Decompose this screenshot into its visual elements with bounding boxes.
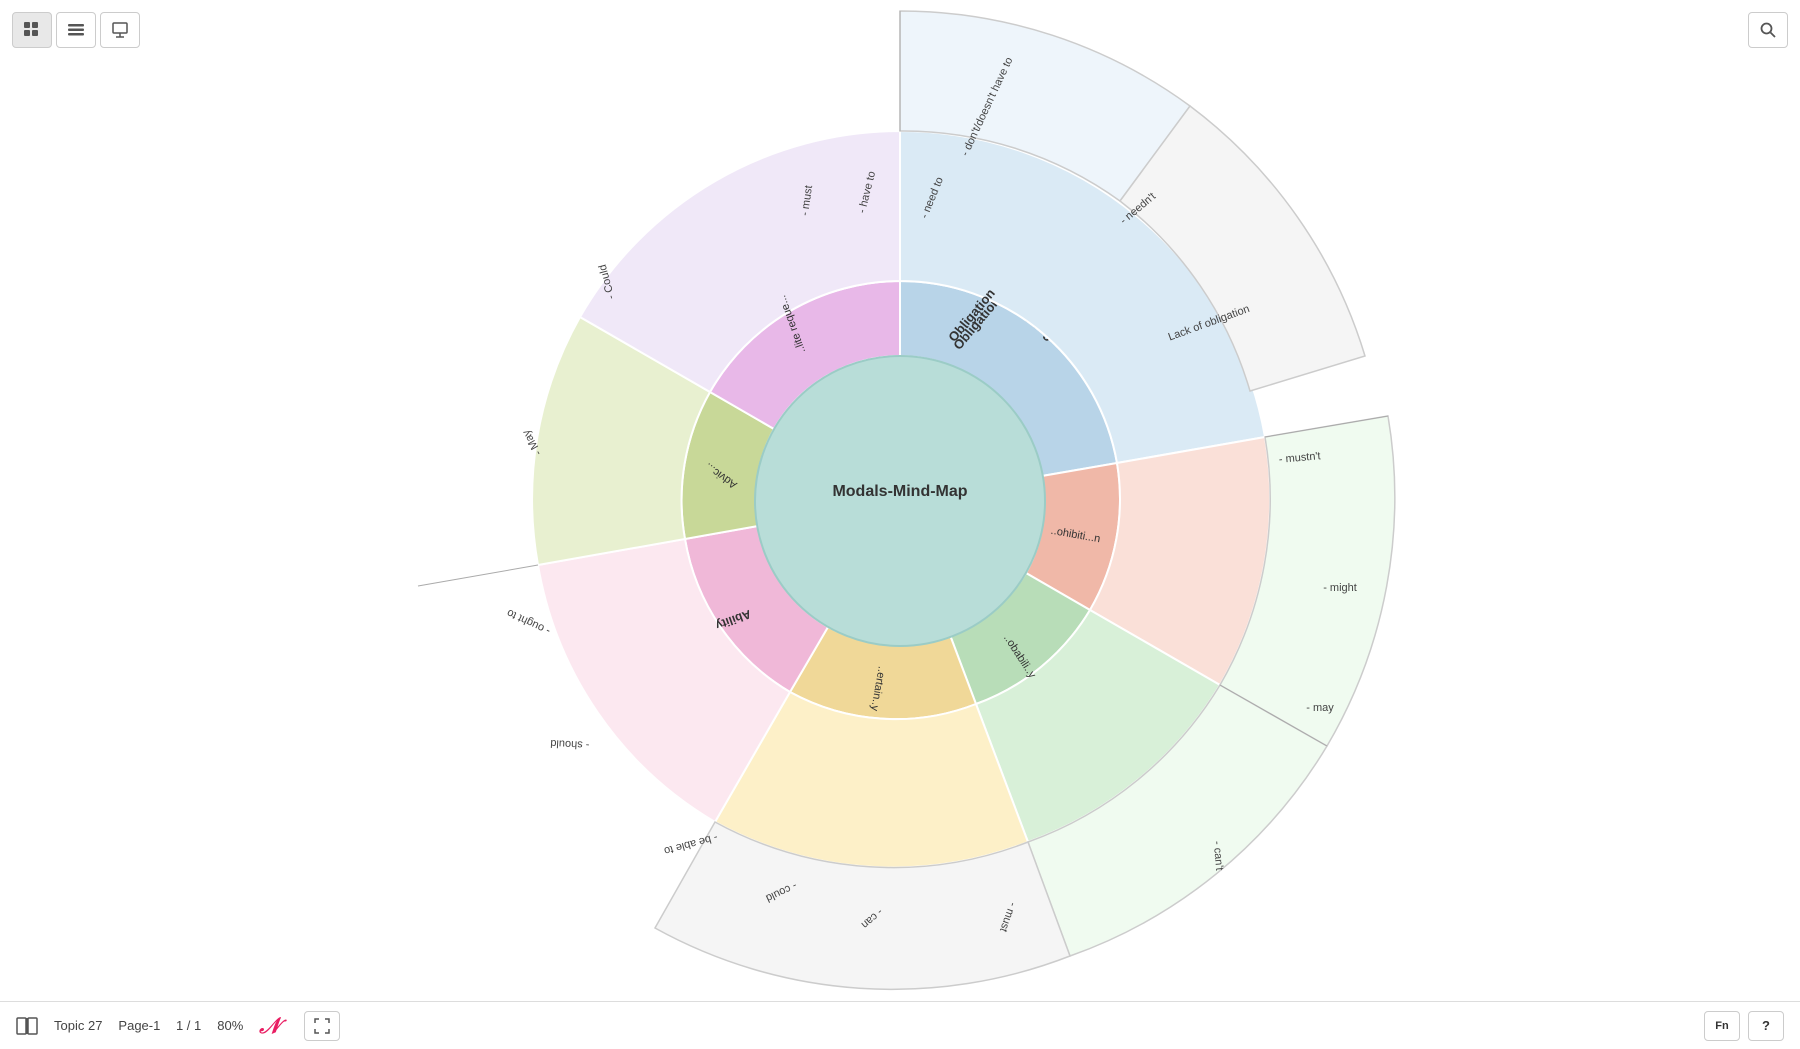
- page-separator: [166, 1018, 170, 1033]
- brand-logo: 𝒩: [259, 1013, 280, 1039]
- zoom-text: 80%: [217, 1018, 243, 1033]
- might-text: - might: [1323, 582, 1357, 594]
- page-label: Page-1: [118, 1018, 160, 1033]
- fullscreen-button[interactable]: [304, 1011, 340, 1041]
- help-label: ?: [1762, 1018, 1770, 1033]
- book-icon-item: [16, 1017, 38, 1035]
- book-icon: [16, 1017, 38, 1035]
- bottom-right-actions: Fn ?: [1704, 1011, 1784, 1041]
- fn-button[interactable]: Fn: [1704, 1011, 1740, 1041]
- center-label: Modals-Mind-Map: [832, 483, 967, 500]
- may-text: - may: [1306, 702, 1334, 714]
- page-numbers: 1 / 1: [176, 1018, 201, 1033]
- help-button[interactable]: ?: [1748, 1011, 1784, 1041]
- should-text: - should: [550, 736, 590, 750]
- topic-label: Topic 27: [54, 1018, 102, 1033]
- ought-to-text: - ought to: [505, 606, 552, 637]
- page-info: Page-1 1 / 1: [118, 1018, 201, 1033]
- brand-icon: 𝒩: [259, 1013, 280, 1039]
- bottom-bar: Topic 27 Page-1 1 / 1 80% 𝒩 Fn ?: [0, 1001, 1800, 1049]
- divider-left: [418, 565, 538, 586]
- mindmap-canvas: Obligation Obligation: [0, 0, 1800, 1001]
- zoom-level: 80%: [217, 1018, 243, 1033]
- topic-text: Topic 27: [54, 1018, 102, 1033]
- center-circle[interactable]: [755, 356, 1045, 646]
- fn-label: Fn: [1715, 1020, 1728, 1032]
